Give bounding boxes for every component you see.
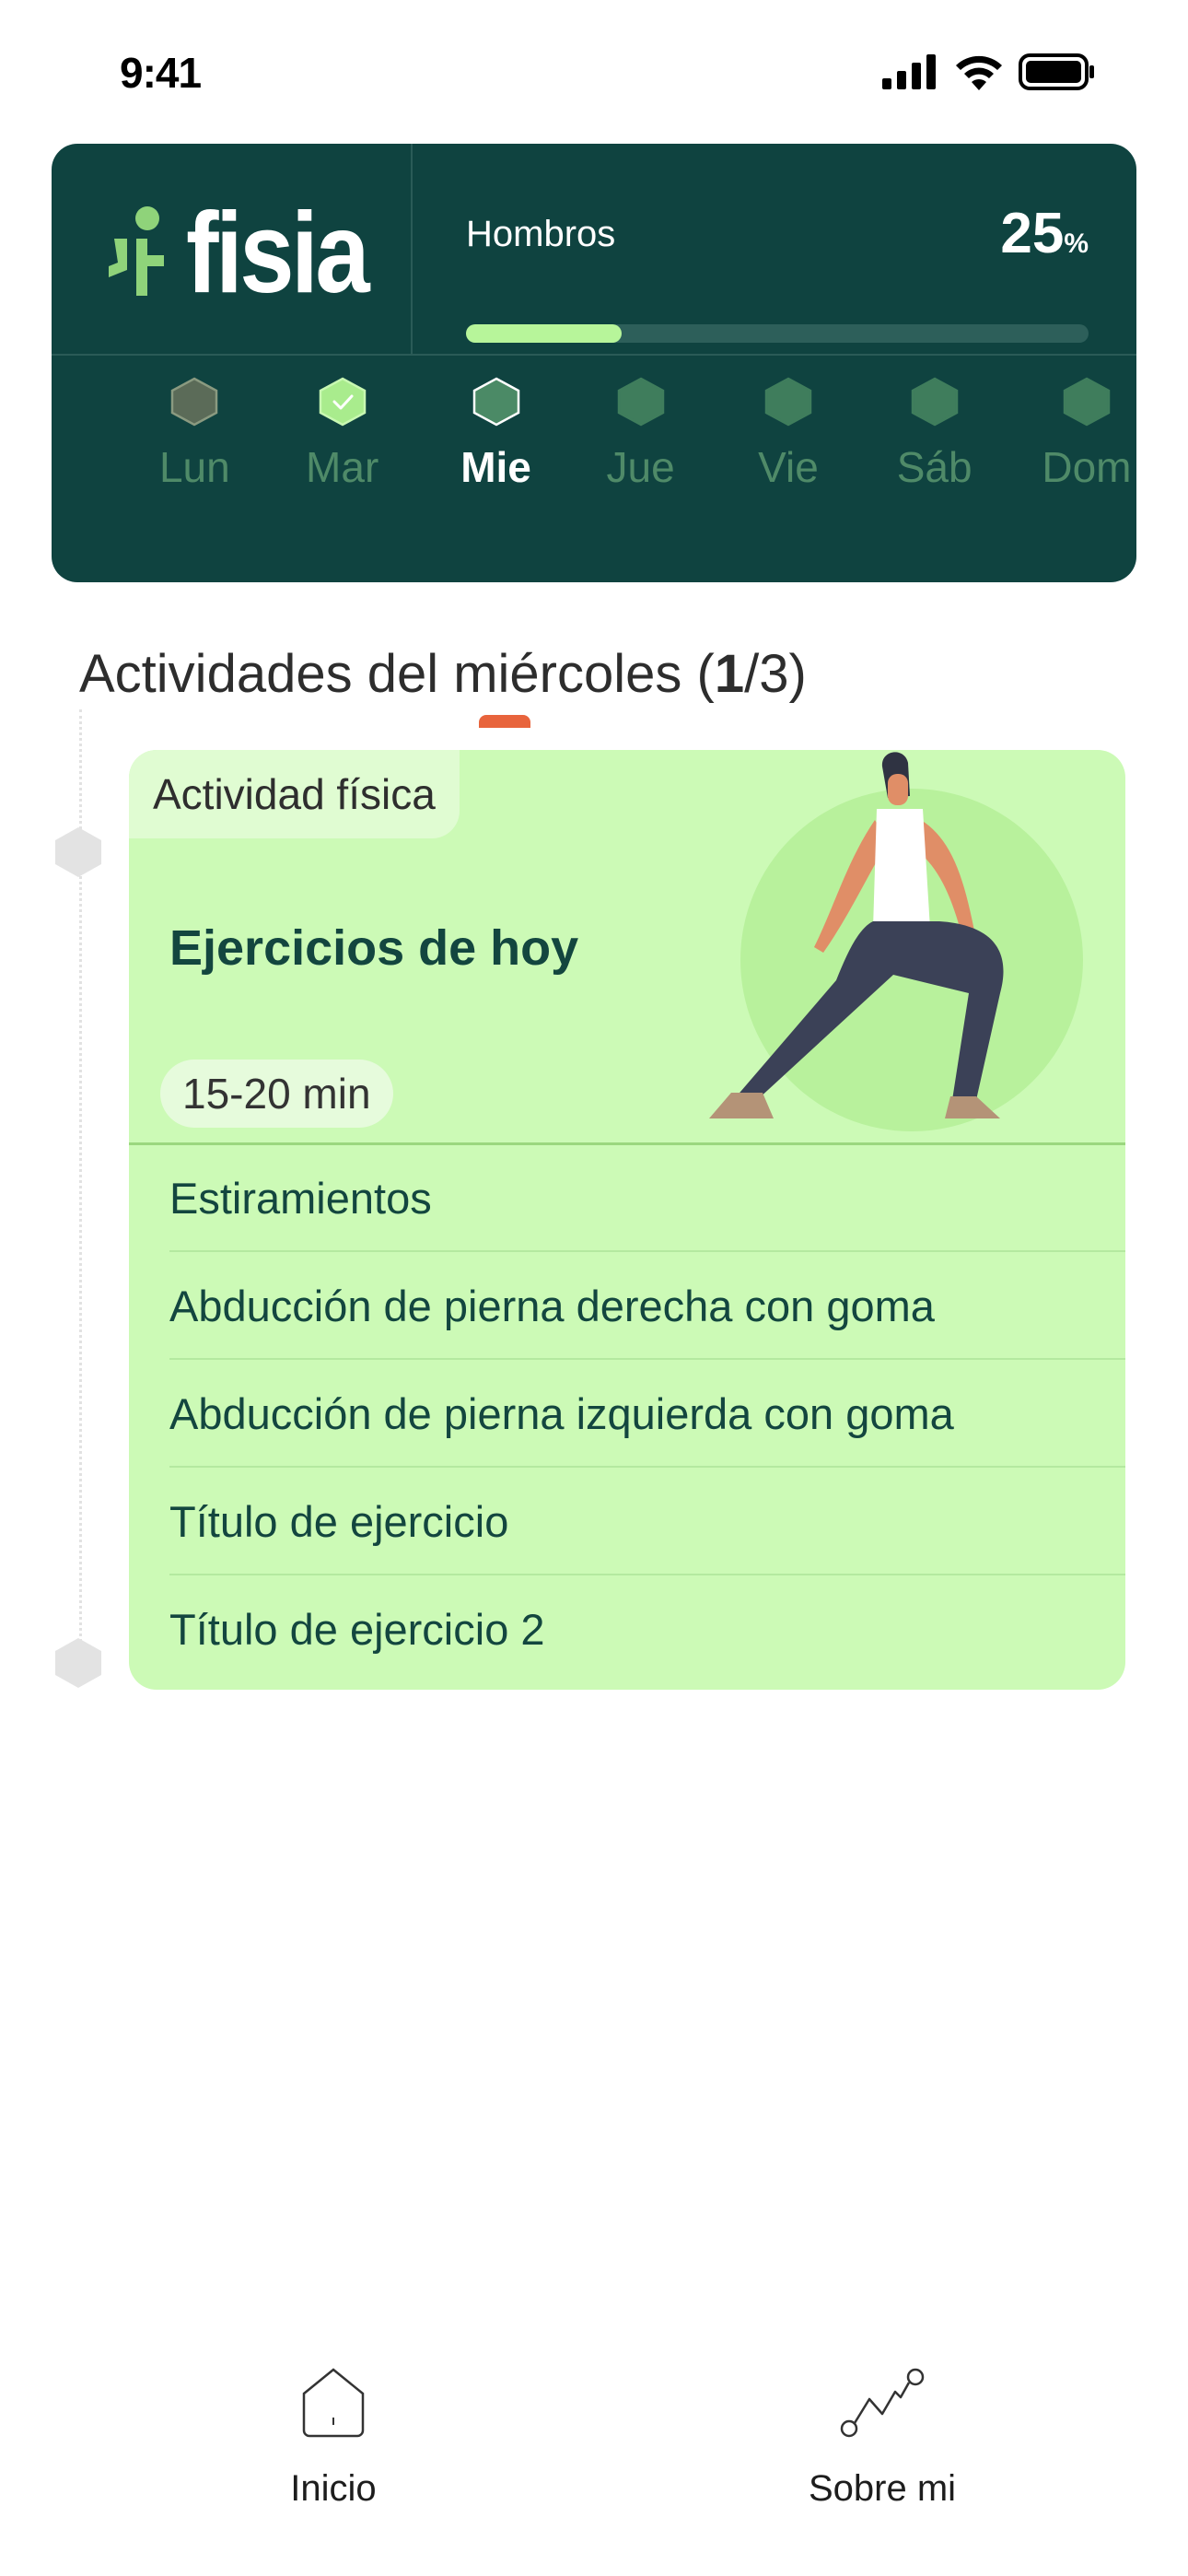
- day-label: Lun: [158, 443, 230, 491]
- bottom-nav: Inicio Sobre mi: [0, 2340, 1188, 2576]
- duration-badge: 15-20 min: [160, 1060, 393, 1128]
- day-item-mie[interactable]: Mie: [427, 357, 565, 582]
- exercise-item[interactable]: Abducción de pierna izquierda con goma: [169, 1360, 1125, 1468]
- hexagon-icon: [763, 376, 814, 432]
- activity-title: Ejercicios de hoy: [169, 920, 579, 976]
- home-icon: [195, 2366, 472, 2444]
- battery-icon: [1019, 53, 1096, 95]
- day-selector: Lun Mar Mie Jue Vie Sáb Dom: [52, 357, 1136, 582]
- nav-label-sobre-mi: Sobre mi: [808, 2468, 957, 2509]
- exercise-list: Estiramientos Abducción de pierna derecha…: [169, 1144, 1125, 1683]
- day-label: Mie: [460, 443, 531, 491]
- status-time: 9:41: [120, 49, 202, 97]
- header-card: fisia Hombros 25% Lun Mar Mie Jue Vie Sáb Dom: [52, 144, 1136, 728]
- activity-card[interactable]: Actividad física Ejercicios de hoy 15-20…: [129, 750, 1125, 1690]
- section-title: Actividades del miércoles (1/3): [79, 643, 807, 705]
- status-bar: 9:41: [0, 0, 1188, 138]
- selected-day-indicator: [479, 715, 530, 728]
- progress-unit: %: [1064, 228, 1089, 259]
- timeline-node-end-icon: [52, 1636, 105, 1694]
- logo-figure-icon: [105, 205, 169, 302]
- check-hexagon-icon: [317, 376, 368, 432]
- chart-line-icon: [744, 2366, 1020, 2444]
- exercise-item[interactable]: Estiramientos: [169, 1144, 1125, 1252]
- nav-item-inicio[interactable]: Inicio: [195, 2366, 472, 2510]
- progress-label: Hombros: [466, 214, 616, 254]
- day-label: Vie: [758, 443, 819, 491]
- header-divider: [411, 144, 413, 356]
- section-title-current: 1: [714, 644, 745, 704]
- progress-value: 25%: [1000, 201, 1089, 266]
- exercise-item[interactable]: Abducción de pierna derecha con goma: [169, 1252, 1125, 1360]
- status-icons: [882, 53, 1096, 95]
- progress-track: [466, 324, 1089, 343]
- timeline-node-start-icon: [52, 825, 105, 884]
- day-label: Mar: [306, 443, 379, 491]
- day-item-jue[interactable]: Jue: [572, 357, 710, 582]
- logo-text: fisia: [186, 190, 370, 317]
- section-title-prefix: Actividades del miércoles (: [79, 644, 715, 704]
- header-top: fisia Hombros 25%: [52, 144, 1136, 356]
- day-item-sáb[interactable]: Sáb: [866, 357, 1004, 582]
- section-title-suffix: /3): [744, 644, 807, 704]
- activity-type-tag: Actividad física: [129, 750, 460, 838]
- day-item-dom[interactable]: Dom: [1018, 357, 1156, 582]
- hexagon-icon: [909, 376, 961, 432]
- day-item-vie[interactable]: Vie: [719, 357, 857, 582]
- day-label: Dom: [1042, 443, 1132, 491]
- nav-item-sobre-mi[interactable]: Sobre mi: [744, 2366, 1020, 2510]
- signal-icon: [882, 54, 939, 94]
- progress-fill: [466, 324, 622, 343]
- wifi-icon: [954, 53, 1004, 95]
- stretching-woman-illustration: [663, 750, 1124, 1155]
- hexagon-icon: [1061, 376, 1112, 432]
- exercise-item[interactable]: Título de ejercicio 2: [169, 1575, 1125, 1683]
- day-label: Sáb: [896, 443, 973, 491]
- hexagon-icon: [615, 376, 667, 432]
- nav-label-inicio: Inicio: [290, 2468, 377, 2509]
- hexagon-icon: [169, 376, 220, 432]
- progress-number: 25: [1000, 202, 1065, 265]
- day-item-lun[interactable]: Lun: [125, 357, 263, 582]
- hexagon-icon: [471, 376, 522, 432]
- day-item-mar[interactable]: Mar: [274, 357, 412, 582]
- app-logo: fisia: [105, 188, 396, 319]
- day-label: Jue: [606, 443, 675, 491]
- exercise-item[interactable]: Título de ejercicio: [169, 1468, 1125, 1575]
